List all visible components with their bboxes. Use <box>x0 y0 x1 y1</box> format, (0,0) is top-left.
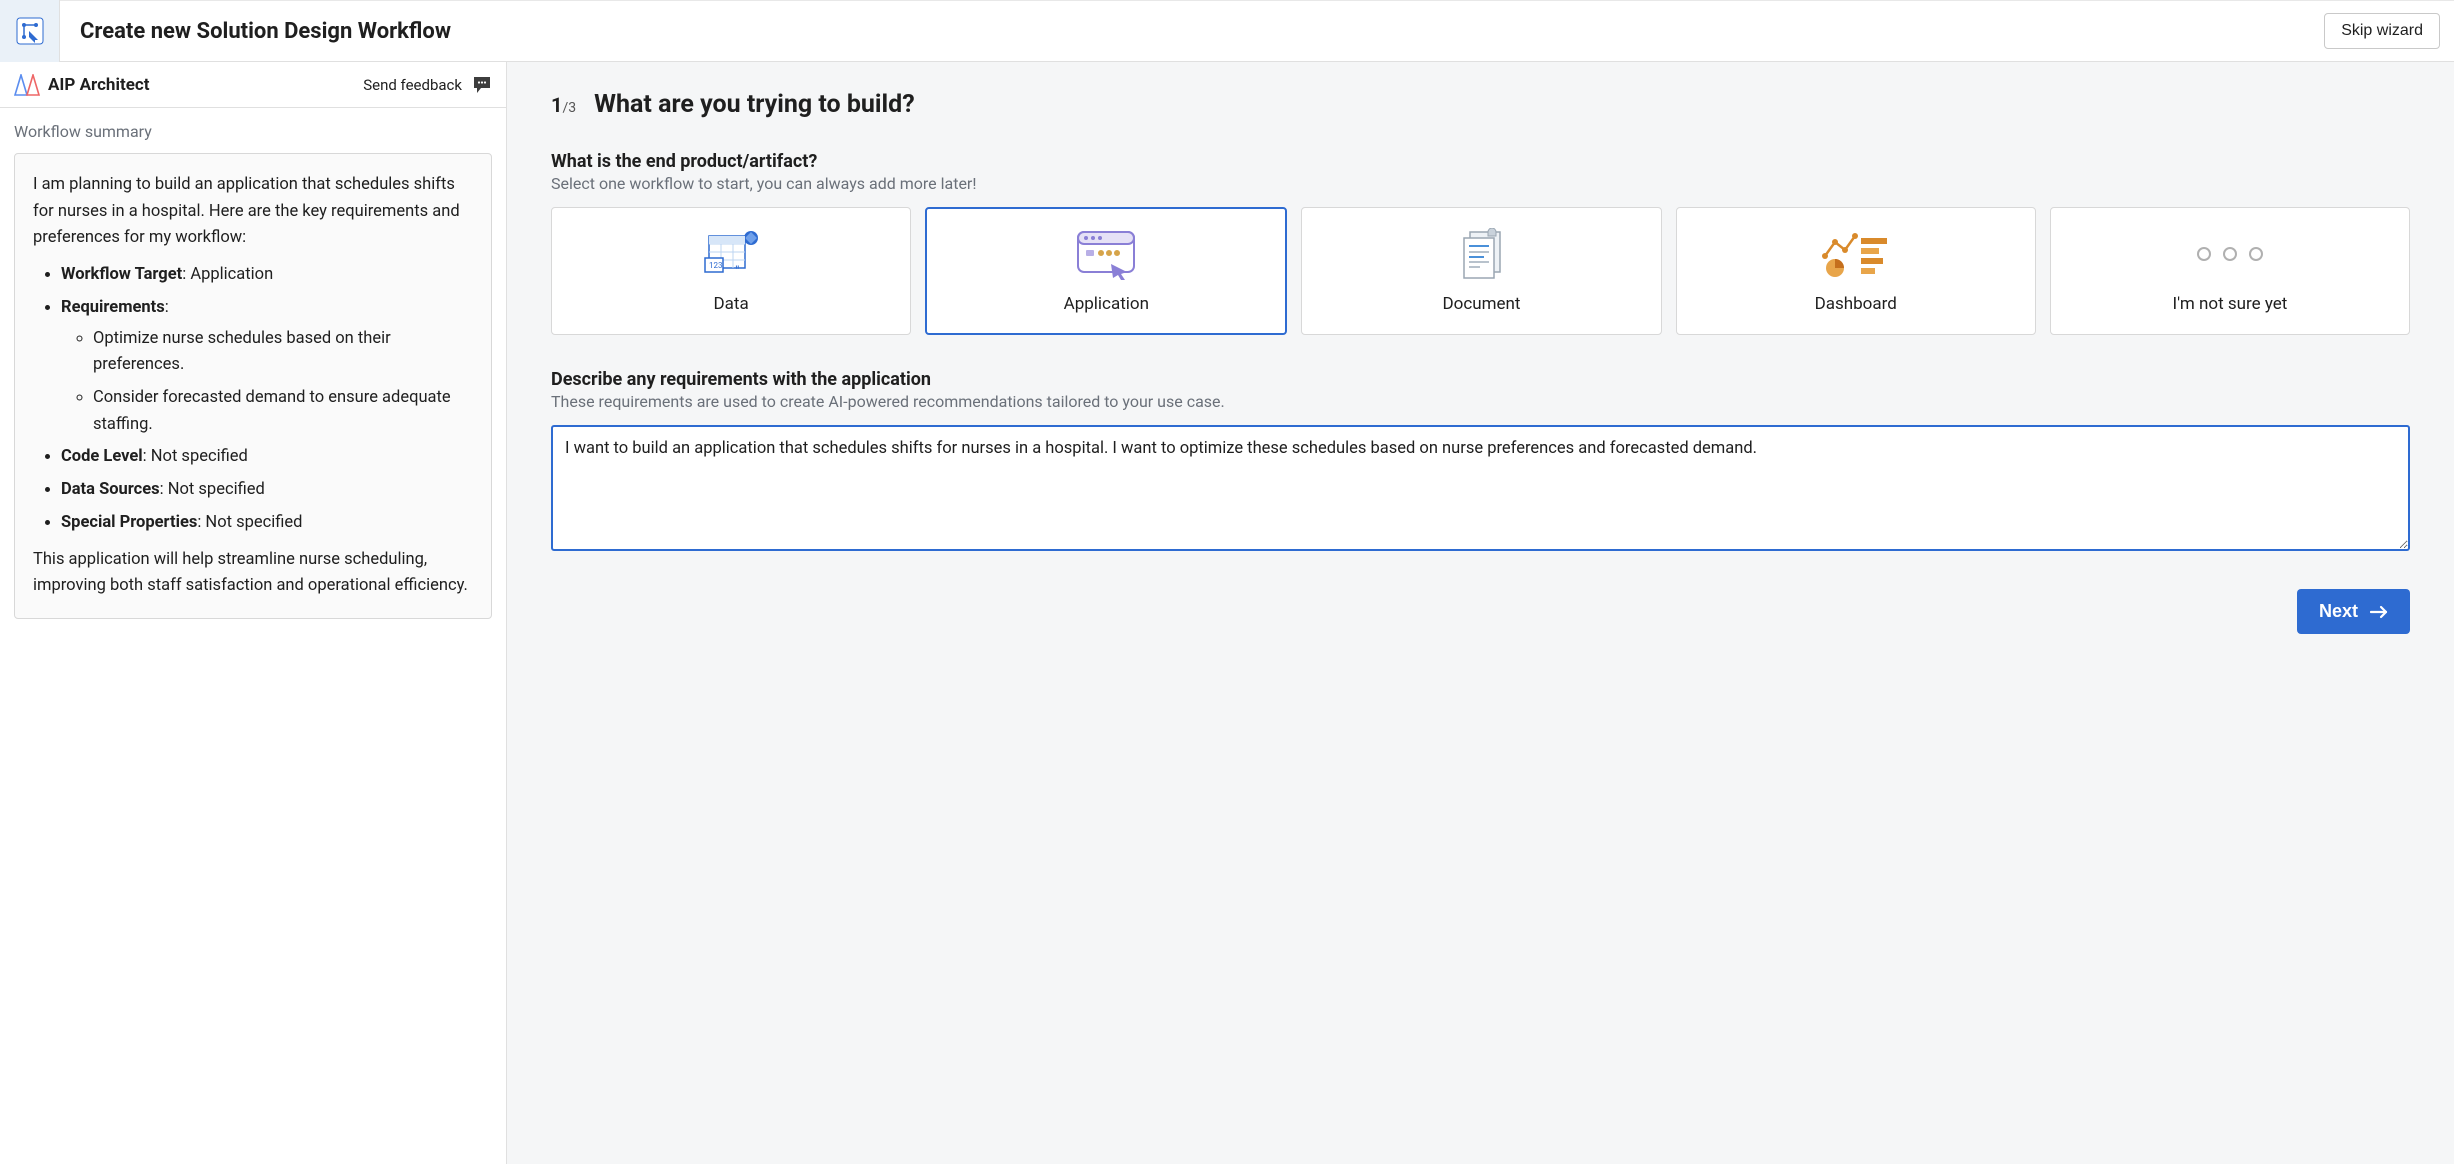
requirement-item: Consider forecasted demand to ensure ade… <box>93 385 473 438</box>
aip-architect-icon <box>14 74 40 96</box>
svg-text:123: 123 <box>709 261 723 270</box>
step-current: 1 <box>551 93 562 117</box>
summary-bullet-code: Code Level: Not specified <box>61 444 473 471</box>
top-header-right: Skip wizard <box>2324 13 2454 49</box>
data-icon: 123 " <box>701 228 761 280</box>
page-title: Create new Solution Design Workflow <box>74 19 451 44</box>
artifact-option-document[interactable]: Document <box>1301 207 1661 335</box>
step-row: 1/3 What are you trying to build? <box>551 90 2410 119</box>
summary-bullet-special: Special Properties: Not specified <box>61 510 473 537</box>
requirements-textarea[interactable] <box>551 425 2410 551</box>
sidebar: AIP Architect Send feedback Workflow sum… <box>0 62 507 1164</box>
application-icon <box>1073 228 1139 280</box>
artifact-option-label: I'm not sure yet <box>2172 294 2287 314</box>
workflow-app-icon <box>16 17 44 45</box>
svg-text:": " <box>735 264 739 278</box>
describe-heading: Describe any requirements with the appli… <box>551 369 2410 390</box>
artifact-option-not-sure[interactable]: I'm not sure yet <box>2050 207 2410 335</box>
sidebar-header: AIP Architect Send feedback <box>0 62 506 108</box>
sidebar-title: AIP Architect <box>48 75 150 95</box>
sidebar-body: Workflow summary I am planning to build … <box>0 108 506 633</box>
summary-bullet-data: Data Sources: Not specified <box>61 477 473 504</box>
requirements-sublist: Optimize nurse schedules based on their … <box>61 326 473 439</box>
send-feedback-button[interactable]: Send feedback <box>363 76 492 94</box>
summary-bullet-target: Workflow Target: Application <box>61 262 473 289</box>
requirement-item: Optimize nurse schedules based on their … <box>93 326 473 379</box>
artifact-option-application[interactable]: Application <box>925 207 1287 335</box>
sidebar-header-left: AIP Architect <box>14 74 150 96</box>
artifact-option-dashboard[interactable]: Dashboard <box>1676 207 2036 335</box>
next-button-label: Next <box>2319 601 2358 622</box>
summary-bullet-requirements: Requirements: Optimize nurse schedules b… <box>61 295 473 439</box>
artifact-option-data[interactable]: 123 " Data <box>551 207 911 335</box>
summary-bullet-list: Workflow Target: Application Requirement… <box>33 262 473 536</box>
summary-outro: This application will help streamline nu… <box>33 547 473 600</box>
arrow-right-icon <box>2370 605 2388 619</box>
dashboard-icon <box>1821 228 1891 280</box>
describe-sub: These requirements are used to create AI… <box>551 392 2410 411</box>
workflow-app-icon-box <box>0 0 60 62</box>
artifact-option-label: Data <box>713 294 748 314</box>
skip-wizard-button[interactable]: Skip wizard <box>2324 13 2440 49</box>
next-button[interactable]: Next <box>2297 589 2410 634</box>
summary-intro: I am planning to build an application th… <box>33 172 473 252</box>
top-header: Create new Solution Design Workflow Skip… <box>0 0 2454 62</box>
step-total: /3 <box>562 100 576 116</box>
step-title: What are you trying to build? <box>594 90 915 119</box>
document-icon <box>1458 228 1506 280</box>
feedback-label: Send feedback <box>363 76 462 94</box>
artifact-option-label: Document <box>1443 294 1521 314</box>
not-sure-icon <box>2197 228 2263 280</box>
top-header-left: Create new Solution Design Workflow <box>0 0 451 62</box>
artifact-sub: Select one workflow to start, you can al… <box>551 174 2410 193</box>
footer-row: Next <box>551 589 2410 634</box>
artifact-card-row: 123 " Data <box>551 207 2410 335</box>
main-panel: 1/3 What are you trying to build? What i… <box>507 62 2454 1164</box>
workflow-summary-label: Workflow summary <box>14 122 492 141</box>
artifact-option-label: Application <box>1064 294 1149 314</box>
chat-bubble-icon <box>472 76 492 94</box>
artifact-option-label: Dashboard <box>1815 294 1897 314</box>
workflow-summary-card: I am planning to build an application th… <box>14 153 492 619</box>
step-counter: 1/3 <box>551 93 576 117</box>
artifact-heading: What is the end product/artifact? <box>551 151 2410 172</box>
